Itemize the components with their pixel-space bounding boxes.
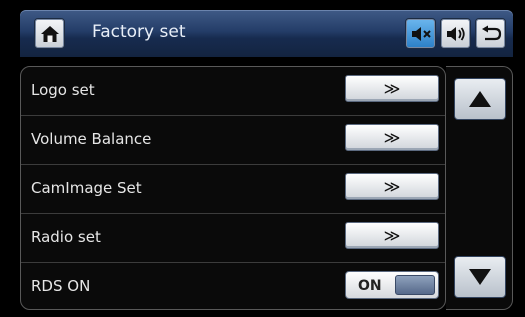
home-button[interactable] (34, 18, 65, 49)
camimage-set-button[interactable]: ≫ (345, 173, 439, 200)
volume-button[interactable] (440, 18, 471, 49)
home-icon (40, 25, 59, 42)
volume-icon (446, 26, 465, 41)
scroll-down-button[interactable] (454, 256, 506, 298)
radio-set-button[interactable]: ≫ (345, 222, 439, 249)
list-item-logo-set: Logo set ≫ (21, 67, 445, 116)
toggle-state-label: ON (358, 278, 382, 294)
rds-toggle[interactable]: ON (345, 271, 439, 299)
scroll-down-icon (469, 269, 491, 285)
row-label: RDS ON (31, 277, 91, 295)
back-button[interactable] (475, 18, 506, 49)
factory-set-screen: Factory set Logo set ≫ Volume Balance ≫ … (0, 0, 525, 317)
mute-icon (411, 26, 431, 41)
mute-button[interactable] (405, 18, 436, 49)
row-label: CamImage Set (31, 179, 142, 197)
scroll-up-icon (469, 91, 491, 107)
list-item-radio-set: Radio set ≫ (21, 214, 445, 263)
logo-set-button[interactable]: ≫ (345, 75, 439, 102)
header-bar: Factory set (20, 10, 513, 57)
page-title: Factory set (92, 22, 186, 42)
back-icon (481, 25, 501, 40)
row-label: Volume Balance (31, 130, 152, 148)
list-item-camimage-set: CamImage Set ≫ (21, 165, 445, 214)
list-item-rds-on: RDS ON ON (21, 263, 445, 309)
scroll-column (446, 66, 513, 310)
settings-list: Logo set ≫ Volume Balance ≫ CamImage Set… (20, 66, 446, 310)
row-label: Radio set (31, 228, 101, 246)
toggle-knob (395, 275, 435, 295)
list-item-volume-balance: Volume Balance ≫ (21, 116, 445, 165)
row-label: Logo set (31, 81, 95, 99)
volume-balance-button[interactable]: ≫ (345, 124, 439, 151)
scroll-up-button[interactable] (454, 78, 506, 120)
